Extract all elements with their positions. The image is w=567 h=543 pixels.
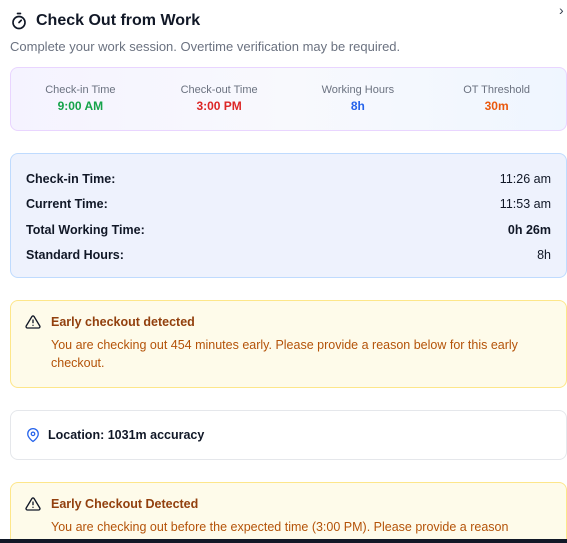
session-stats: Check-in Time: 11:26 am Current Time: 11… xyxy=(10,153,567,278)
dialog-subtitle: Complete your work session. Overtime ver… xyxy=(10,39,401,54)
stat-label: Check-in Time: xyxy=(26,171,116,186)
bottom-edge xyxy=(0,539,567,543)
stat-value: 0h 26m xyxy=(507,222,551,237)
summary-check-out: Check-out Time 3:00 PM xyxy=(150,68,289,130)
stat-value: 11:53 am xyxy=(499,197,551,212)
stat-row-check-in: Check-in Time: 11:26 am xyxy=(26,166,551,192)
early-checkout-alert: Early checkout detected You are checking… xyxy=(10,300,567,388)
alert-header: Early checkout detected xyxy=(25,314,195,330)
summary-value: 9:00 AM xyxy=(57,99,104,113)
stat-label: Total Working Time: xyxy=(26,222,145,237)
early-checkout-detected-alert: Early Checkout Detected You are checking… xyxy=(10,482,567,543)
summary-check-in: Check-in Time 9:00 AM xyxy=(11,68,150,130)
title-row: Check Out from Work xyxy=(10,10,557,32)
warning-icon xyxy=(25,314,41,330)
alert-title: Early checkout detected xyxy=(51,315,195,329)
checkout-dialog: Check Out from Work Complete your work s… xyxy=(0,0,567,543)
location-text: Location: 1031m accuracy xyxy=(48,428,205,442)
summary-value: 3:00 PM xyxy=(196,99,242,113)
stat-label: Current Time: xyxy=(26,197,108,212)
stat-row-standard-hours: Standard Hours: 8h xyxy=(26,243,551,269)
summary-working-hours: Working Hours 8h xyxy=(289,68,428,130)
dialog-header: Check Out from Work Complete your work s… xyxy=(10,10,557,54)
schedule-summary: Check-in Time 9:00 AM Check-out Time 3:0… xyxy=(10,67,567,131)
summary-label: Working Hours xyxy=(321,84,395,96)
summary-label: Check-out Time xyxy=(180,84,258,96)
warning-icon xyxy=(25,496,41,512)
stat-label: Standard Hours: xyxy=(26,248,124,263)
summary-ot-threshold: OT Threshold 30m xyxy=(427,68,566,130)
stat-value: 11:26 am xyxy=(499,171,551,186)
location-card: Location: 1031m accuracy xyxy=(10,410,567,460)
stat-value: 8h xyxy=(537,248,551,263)
alert-title: Early Checkout Detected xyxy=(51,497,199,511)
summary-label: OT Threshold xyxy=(463,84,531,96)
stat-row-total-working: Total Working Time: 0h 26m xyxy=(26,217,551,243)
alert-header: Early Checkout Detected xyxy=(25,496,198,512)
map-pin-icon xyxy=(26,427,40,443)
alert-body: You are checking out 454 minutes early. … xyxy=(51,338,518,370)
close-chevron-icon[interactable]: › xyxy=(559,3,567,19)
summary-label: Check-in Time xyxy=(45,84,116,96)
dialog-title: Check Out from Work xyxy=(36,12,201,29)
summary-value: 8h xyxy=(350,99,365,113)
timer-icon xyxy=(10,12,28,30)
stat-row-current-time: Current Time: 11:53 am xyxy=(26,192,551,218)
summary-value: 30m xyxy=(484,99,509,113)
